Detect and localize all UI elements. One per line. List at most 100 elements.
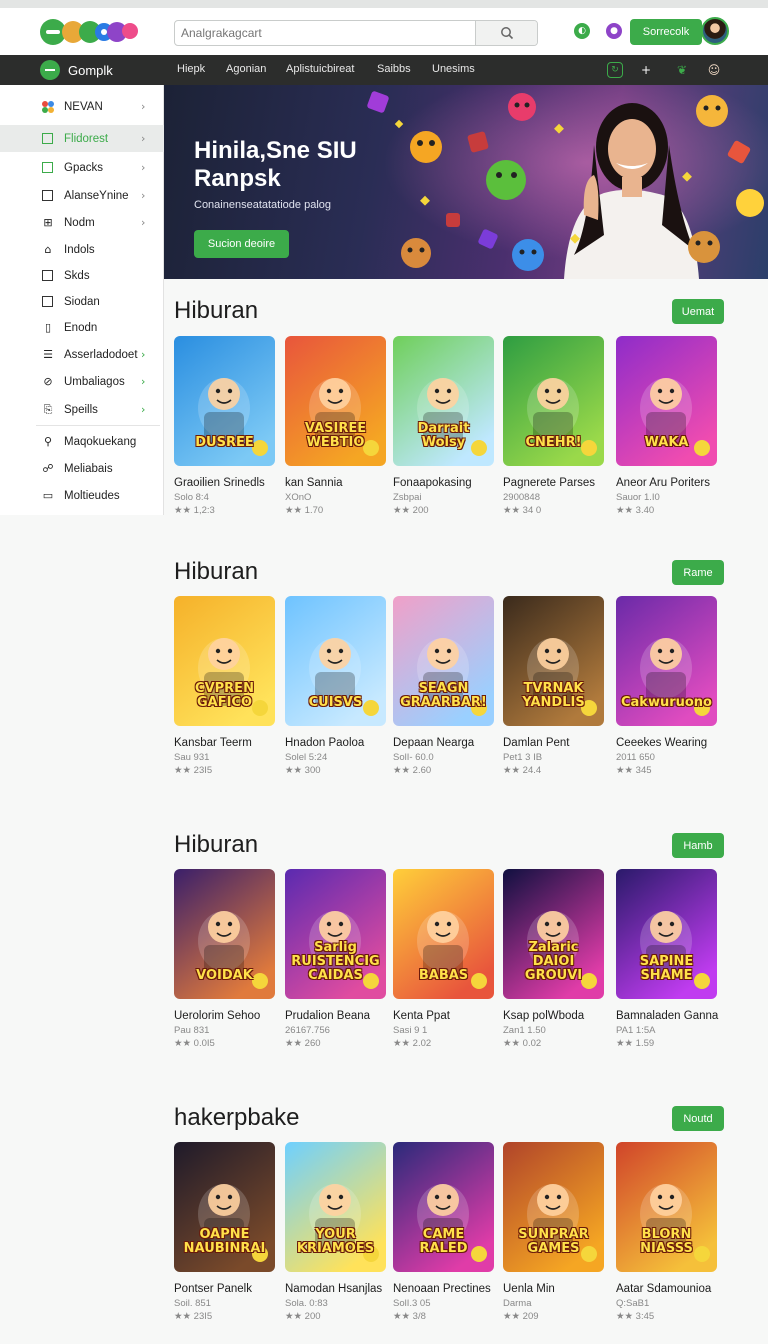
game-title[interactable]: Uenla Min <box>503 1283 623 1295</box>
avatar[interactable] <box>701 17 729 45</box>
game-thumbnail[interactable]: VOIDAK <box>174 869 275 999</box>
game-card[interactable]: DUSREE Graoilien Srinedls Solo 8:4 ★★ 1,2:3 <box>174 336 277 516</box>
game-title[interactable]: Hnadon Paoloa <box>285 737 405 749</box>
section-more-button[interactable]: Rame <box>672 560 724 585</box>
nav-link-1[interactable]: Hiepk <box>177 63 205 75</box>
purple-badge-icon[interactable]: ● <box>606 23 622 39</box>
sidebar-item-12[interactable]: ⎘ Speills › <box>0 396 164 423</box>
game-thumbnail[interactable]: SUNPRAR GAMES <box>503 1142 604 1272</box>
plus-icon[interactable]: + <box>638 62 654 78</box>
game-card[interactable]: Darrait Wolsy Fonaapokasing Zsbpai ★★ 200 <box>393 336 496 516</box>
nav-link-4[interactable]: Saibbs <box>377 63 411 75</box>
game-card[interactable]: BABAS Kenta Ppat Sasi 9 1 ★★ 2.02 <box>393 869 496 1049</box>
game-card[interactable]: CUISVS Hnadon Paoloa Solel 5:24 ★★ 300 <box>285 596 388 776</box>
game-thumbnail[interactable]: BLORN NIASSS <box>616 1142 717 1272</box>
game-card[interactable]: CAME RALED Nenoaan Prectines SolI.3 05 ★★ 3… <box>393 1142 496 1322</box>
game-card[interactable]: BLORN NIASSS Aatar Sdamounioa Q:SaB1 ★★ 3:4… <box>616 1142 719 1322</box>
game-thumbnail[interactable]: TVRNAK YANDLIS <box>503 596 604 726</box>
sidebar-item-5[interactable]: ⊞ Nodm › <box>0 209 164 236</box>
sidebar-item-11[interactable]: ⊘ Umbaliagos › <box>0 368 164 395</box>
game-thumbnail[interactable]: CVPREN GAFICO <box>174 596 275 726</box>
game-thumbnail[interactable]: CAME RALED <box>393 1142 494 1272</box>
game-card[interactable]: SEAGN GRAARBAR! Depaan Nearga SolI- 60.0 ★★… <box>393 596 496 776</box>
game-title[interactable]: Depaan Nearga <box>393 737 513 749</box>
site-logo[interactable] <box>38 17 140 47</box>
game-thumbnail[interactable]: SAPINE SHAME <box>616 869 717 999</box>
game-card[interactable]: CVPREN GAFICO Kansbar Teerm Sau 931 ★★ 23I5 <box>174 596 277 776</box>
sidebar-item-15[interactable]: ▭ Moltieudes <box>0 482 164 509</box>
section-more-button[interactable]: Uemat <box>672 299 724 324</box>
signin-button[interactable]: Sorrecolk <box>630 19 702 45</box>
hero-banner[interactable]: Hinila,Sne SIU Ranpsk Conainenseatatatio… <box>164 85 768 279</box>
game-title[interactable]: Nenoaan Prectines <box>393 1283 513 1295</box>
nav-link-5[interactable]: Unesims <box>432 63 475 75</box>
nav-link-2[interactable]: Agonian <box>226 63 266 75</box>
game-thumbnail[interactable]: Zalaric DAIOI GROUVI <box>503 869 604 999</box>
search-box[interactable] <box>174 20 538 46</box>
search-button[interactable] <box>475 21 537 45</box>
game-card[interactable]: TVRNAK YANDLIS Damlan Pent Pet1 3 IB ★★ 24.… <box>503 596 606 776</box>
sidebar-item-2[interactable]: Flidorest › <box>0 125 164 152</box>
game-title[interactable]: Bamnaladen Ganna <box>616 1010 736 1022</box>
game-card[interactable]: WAKA Aneor Aru Poriters Sauor 1.I0 ★★ 3.40 <box>616 336 719 516</box>
game-title[interactable]: Pontser Panelk <box>174 1283 294 1295</box>
game-title[interactable]: kan Sannia <box>285 477 405 489</box>
game-thumbnail[interactable]: Cakwuruono <box>616 596 717 726</box>
game-title[interactable]: Namodan Hsanjlas <box>285 1283 405 1295</box>
game-thumbnail[interactable]: SEAGN GRAARBAR! <box>393 596 494 726</box>
leaf-icon[interactable]: ❦ <box>674 62 690 78</box>
game-card[interactable]: OAPNE NAUBINRAI Pontser Panelk Soil. 851 ★★… <box>174 1142 277 1322</box>
game-thumbnail[interactable]: OAPNE NAUBINRAI <box>174 1142 275 1272</box>
game-thumbnail[interactable]: Darrait Wolsy <box>393 336 494 466</box>
sidebar-item-4[interactable]: AlanseYnine › <box>0 182 164 209</box>
game-thumbnail[interactable]: CNEHR! <box>503 336 604 466</box>
sidebar-item-1[interactable]: NEVAN › <box>0 93 164 120</box>
game-title[interactable]: Aneor Aru Poriters <box>616 477 736 489</box>
game-title[interactable]: Aatar Sdamounioa <box>616 1283 736 1295</box>
sidebar-item-13[interactable]: ⚲ Maqokuekang <box>0 428 164 455</box>
game-title[interactable]: Graoilien Srinedls <box>174 477 294 489</box>
sidebar-item-6[interactable]: ⌂ Indols <box>0 236 164 263</box>
game-title[interactable]: Damlan Pent <box>503 737 623 749</box>
game-title[interactable]: Fonaapokasing <box>393 477 513 489</box>
game-card[interactable]: YOUR KRIAMOES Namodan Hsanjlas Sola. 0:83 ★… <box>285 1142 388 1322</box>
sidebar-item-7[interactable]: Skds <box>0 262 164 289</box>
profile-icon[interactable]: ☺ <box>706 62 722 78</box>
search-input[interactable] <box>181 24 471 42</box>
refresh-icon[interactable]: ↻ <box>607 62 623 78</box>
section-more-button[interactable]: Hamb <box>672 833 724 858</box>
game-card[interactable]: VASIREE WEBTIO kan Sannia XOnO ★★ 1.70 <box>285 336 388 516</box>
game-title[interactable]: Kansbar Teerm <box>174 737 294 749</box>
sidebar-item-3[interactable]: Gpacks › <box>0 154 164 181</box>
game-thumbnail[interactable]: CUISVS <box>285 596 386 726</box>
game-card[interactable]: Sarlig RUISTENCIG CAIDAS Prudalion Beana 2… <box>285 869 388 1049</box>
game-card[interactable]: SUNPRAR GAMES Uenla Min Darma ★★ 209 <box>503 1142 606 1322</box>
sidebar-item-14[interactable]: ☍ Meliabais <box>0 455 164 482</box>
game-title[interactable]: Kenta Ppat <box>393 1010 513 1022</box>
game-thumbnail[interactable]: BABAS <box>393 869 494 999</box>
game-title[interactable]: Ceeekes Wearing <box>616 737 736 749</box>
game-thumbnail[interactable]: DUSREE <box>174 336 275 466</box>
game-thumbnail[interactable]: VASIREE WEBTIO <box>285 336 386 466</box>
green-badge-icon[interactable]: ◐ <box>574 23 590 39</box>
sidebar-item-8[interactable]: Siodan <box>0 288 164 315</box>
game-title[interactable]: Ksap polWboda <box>503 1010 623 1022</box>
game-thumbnail[interactable]: YOUR KRIAMOES <box>285 1142 386 1272</box>
game-thumbnail[interactable]: WAKA <box>616 336 717 466</box>
game-title[interactable]: Uerolorim Sehoo <box>174 1010 294 1022</box>
hero-cta-button[interactable]: Sucion deoire <box>194 230 289 258</box>
sidebar-item-10[interactable]: ☰ Asserladodoet › <box>0 341 164 368</box>
menu-icon[interactable] <box>40 60 60 80</box>
game-card[interactable]: VOIDAK Uerolorim Sehoo Pau 831 ★★ 0.0I5 <box>174 869 277 1049</box>
game-card[interactable]: CNEHR! Pagnerete Parses 2900848 ★★ 34 0 <box>503 336 606 516</box>
game-thumbnail[interactable]: Sarlig RUISTENCIG CAIDAS <box>285 869 386 999</box>
section-more-button[interactable]: Noutd <box>672 1106 724 1131</box>
game-title[interactable]: Pagnerete Parses <box>503 477 623 489</box>
sidebar-item-9[interactable]: ▯ Enodn <box>0 314 164 341</box>
nav-link-3[interactable]: Aplistuicbireat <box>286 63 354 75</box>
game-card[interactable]: Zalaric DAIOI GROUVI Ksap polWboda Zan1 1.… <box>503 869 606 1049</box>
game-card[interactable]: Cakwuruono Ceeekes Wearing 2011 650 ★★ 345 <box>616 596 719 776</box>
nav-brand[interactable]: Gomplk <box>40 60 113 80</box>
game-title[interactable]: Prudalion Beana <box>285 1010 405 1022</box>
game-card[interactable]: SAPINE SHAME Bamnaladen Ganna PA1 1:5A ★★ 1… <box>616 869 719 1049</box>
